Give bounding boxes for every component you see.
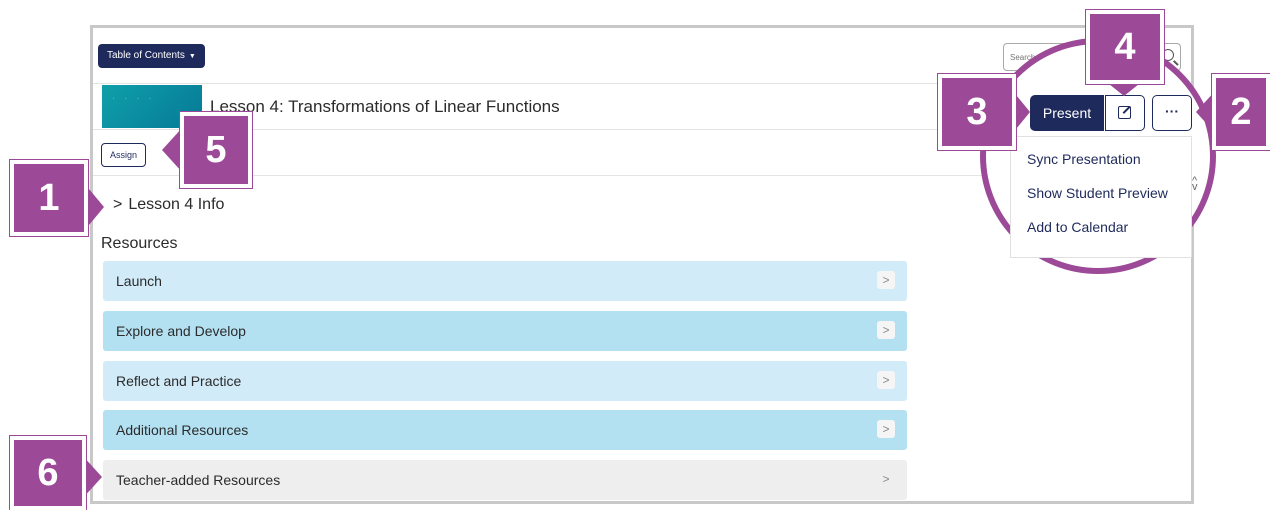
callout-number: 3 <box>966 91 988 133</box>
resource-label: Launch <box>116 273 162 289</box>
chevron-right-icon: > <box>877 321 895 339</box>
resource-label: Additional Resources <box>116 422 249 438</box>
chevron-right-icon: > <box>877 371 895 389</box>
chevron-right-icon: > <box>877 271 895 289</box>
chevron-right-icon: > <box>882 472 890 486</box>
assign-button[interactable]: Assign <box>101 143 147 167</box>
chevron-right-icon: > <box>113 196 123 213</box>
resource-label: Explore and Develop <box>116 323 246 339</box>
resource-row-teacher-added[interactable]: Teacher-added Resources > <box>103 460 907 500</box>
callout-3: 3 <box>938 74 1016 150</box>
resource-row-additional[interactable]: Additional Resources > <box>103 410 907 450</box>
callout-4: 4 <box>1086 10 1164 84</box>
callout-number: 2 <box>1230 91 1252 133</box>
callout-6: 6 <box>10 436 86 510</box>
resource-row-reflect[interactable]: Reflect and Practice > <box>103 361 907 401</box>
resources-heading: Resources <box>101 235 178 252</box>
present-button[interactable]: Present <box>1030 95 1104 131</box>
callout-number: 5 <box>205 129 227 171</box>
callout-5-pointer <box>162 128 182 172</box>
callout-5: 5 <box>180 112 252 188</box>
menu-item-add-calendar[interactable]: Add to Calendar <box>1027 219 1128 235</box>
menu-item-sync-presentation[interactable]: Sync Presentation <box>1027 151 1141 167</box>
lesson-info-label: Lesson 4 Info <box>128 196 225 213</box>
callout-2: 2 <box>1212 74 1270 150</box>
edit-button[interactable] <box>1105 95 1145 131</box>
pencil-icon <box>1118 106 1131 119</box>
table-of-contents-button[interactable]: Table of Contents ▼ <box>98 44 205 68</box>
chevron-right-icon: > <box>877 420 895 438</box>
callout-number: 6 <box>37 452 59 494</box>
resource-row-launch[interactable]: Launch > <box>103 261 907 301</box>
resource-row-explore[interactable]: Explore and Develop > <box>103 311 907 351</box>
more-options-menu: Sync Presentation Show Student Preview A… <box>1010 136 1192 258</box>
callout-number: 4 <box>1114 26 1136 68</box>
resource-label: Reflect and Practice <box>116 373 242 389</box>
more-options-button[interactable]: ··· <box>1152 95 1192 131</box>
lesson-title: Lesson 4: Transformations of Linear Func… <box>210 97 560 116</box>
resource-label: Teacher-added Resources <box>116 472 281 488</box>
sort-icon: ^ v <box>1192 175 1198 193</box>
menu-item-student-preview[interactable]: Show Student Preview <box>1027 185 1168 201</box>
lesson-info-toggle[interactable]: > Lesson 4 Info <box>113 196 224 214</box>
callout-number: 1 <box>38 177 60 219</box>
callout-1: 1 <box>10 160 88 236</box>
toc-label: Table of Contents <box>107 50 185 61</box>
caret-down-icon: ▼ <box>188 53 196 60</box>
